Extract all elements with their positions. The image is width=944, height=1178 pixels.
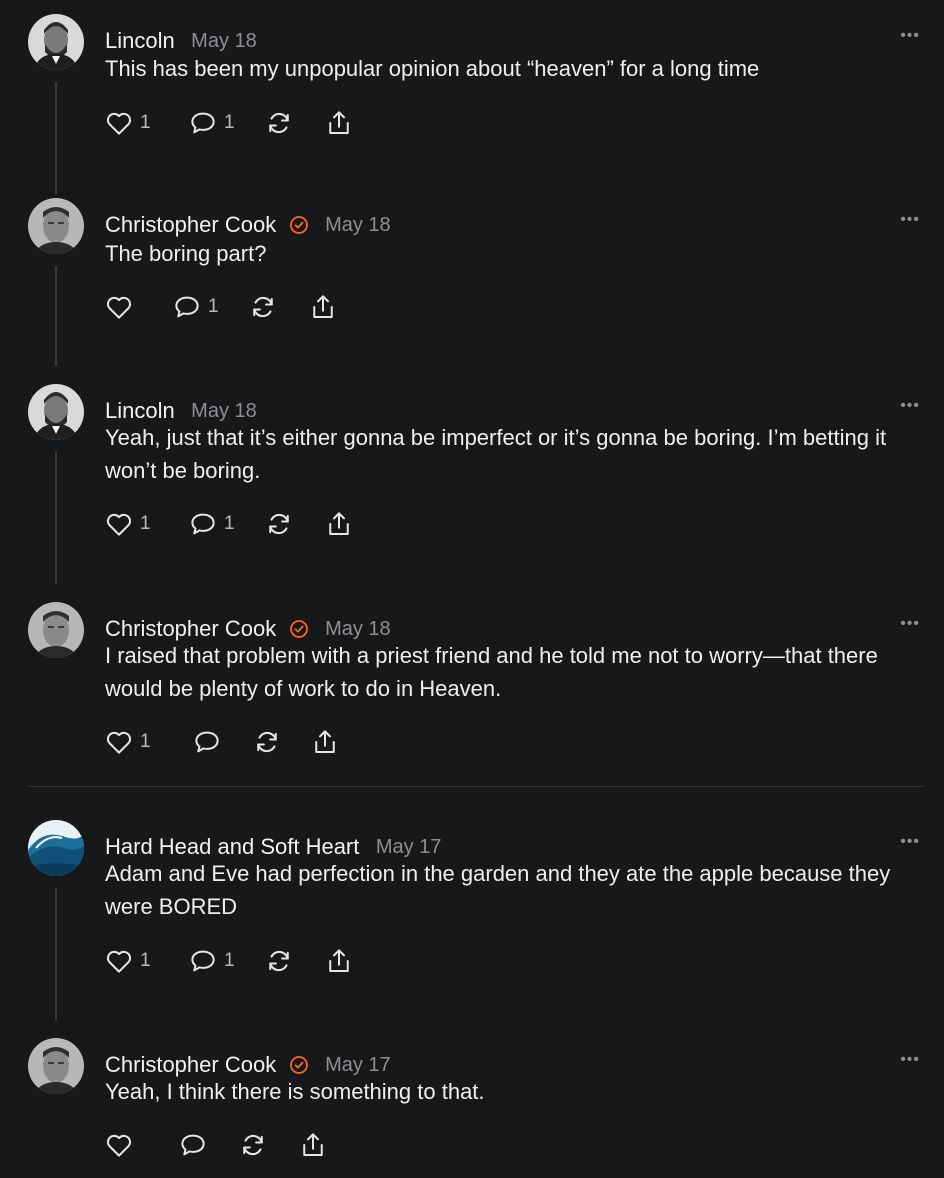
comment-text: This has been my unpopular opinion about… [105, 56, 760, 81]
heart-icon [104, 1130, 134, 1160]
like-button[interactable] [104, 292, 140, 322]
comment-date[interactable]: May 17 [325, 1054, 391, 1076]
more-options-icon[interactable]: ••• [900, 616, 920, 632]
thread-line [55, 82, 57, 194]
ocean-wave-avatar[interactable] [28, 820, 84, 876]
more-options-icon[interactable]: ••• [900, 1052, 920, 1068]
share-icon [310, 727, 340, 757]
restack-icon [264, 108, 294, 138]
christopher-cook-avatar[interactable] [28, 1038, 84, 1094]
reply-button[interactable]: 1 [172, 292, 219, 322]
author-name[interactable]: Lincoln [105, 398, 175, 423]
reply-button[interactable] [192, 727, 228, 757]
share-icon [324, 509, 354, 539]
more-options-icon[interactable]: ••• [900, 834, 920, 850]
author-name[interactable]: Hard Head and Soft Heart [105, 834, 359, 859]
like-count: 1 [140, 112, 151, 133]
more-options-icon[interactable]: ••• [900, 28, 920, 44]
christopher-cook-avatar[interactable] [28, 198, 84, 254]
like-button[interactable]: 1 [104, 509, 151, 539]
restack-icon [252, 727, 282, 757]
heart-icon [104, 292, 134, 322]
christopher-cook-avatar[interactable] [28, 602, 84, 658]
comment-date[interactable]: May 18 [191, 30, 257, 52]
heart-icon [104, 946, 134, 976]
reply-button[interactable] [178, 1130, 214, 1160]
more-options-icon[interactable]: ••• [900, 212, 920, 228]
comment-bubble-icon [188, 509, 218, 539]
comment-text: Yeah, I think there is something to that… [105, 1079, 485, 1104]
share-button[interactable] [298, 1130, 328, 1160]
restack-button[interactable] [264, 946, 294, 976]
comment-date[interactable]: May 18 [191, 400, 257, 422]
comment-text: I raised that problem with a priest frie… [105, 643, 878, 701]
like-count: 1 [140, 731, 151, 752]
author-name[interactable]: Christopher Cook [105, 212, 276, 237]
thread-line [55, 266, 57, 366]
verified-badge-icon [289, 1055, 309, 1075]
comment-bubble-icon [172, 292, 202, 322]
more-options-icon[interactable]: ••• [900, 398, 920, 414]
restack-button[interactable] [248, 292, 278, 322]
like-count: 1 [140, 513, 151, 534]
comment-date[interactable]: May 17 [376, 836, 442, 858]
reply-count: 1 [224, 513, 235, 534]
author-name[interactable]: Christopher Cook [105, 1052, 276, 1077]
share-icon [324, 108, 354, 138]
restack-icon [248, 292, 278, 322]
lincoln-portrait-avatar[interactable] [28, 14, 84, 70]
thread-line [55, 452, 57, 584]
comment-text: The boring part? [105, 241, 267, 266]
like-count: 1 [140, 950, 151, 971]
comment-bubble-icon [178, 1130, 208, 1160]
reply-count: 1 [224, 950, 235, 971]
share-button[interactable] [324, 108, 354, 138]
restack-icon [238, 1130, 268, 1160]
thread-divider [28, 786, 924, 787]
heart-icon [104, 509, 134, 539]
comment-header: Lincoln May 18 [105, 28, 257, 54]
comment-date[interactable]: May 18 [325, 214, 391, 236]
reply-button[interactable]: 1 [188, 946, 235, 976]
comment-text: Adam and Eve had perfection in the garde… [105, 861, 891, 919]
verified-badge-icon [289, 215, 309, 235]
restack-icon [264, 509, 294, 539]
verified-badge-icon [289, 619, 309, 639]
heart-icon [104, 108, 134, 138]
author-name[interactable]: Christopher Cook [105, 616, 276, 641]
reply-button[interactable]: 1 [188, 108, 235, 138]
reply-count: 1 [208, 296, 219, 317]
like-button[interactable]: 1 [104, 727, 151, 757]
restack-button[interactable] [264, 509, 294, 539]
share-button[interactable] [308, 292, 338, 322]
restack-icon [264, 946, 294, 976]
reply-count: 1 [224, 112, 235, 133]
restack-button[interactable] [264, 108, 294, 138]
restack-button[interactable] [238, 1130, 268, 1160]
heart-icon [104, 727, 134, 757]
comment-header: Christopher Cook May 18 [105, 212, 391, 238]
comment-bubble-icon [192, 727, 222, 757]
comment-bubble-icon [188, 946, 218, 976]
thread-line [55, 888, 57, 1020]
comment-date[interactable]: May 18 [325, 618, 391, 640]
like-button[interactable]: 1 [104, 946, 151, 976]
share-button[interactable] [310, 727, 340, 757]
share-button[interactable] [324, 946, 354, 976]
like-button[interactable]: 1 [104, 108, 151, 138]
lincoln-portrait-avatar[interactable] [28, 384, 84, 440]
like-button[interactable] [104, 1130, 140, 1160]
comment-bubble-icon [188, 108, 218, 138]
restack-button[interactable] [252, 727, 282, 757]
author-name[interactable]: Lincoln [105, 28, 175, 53]
comment-text: Yeah, just that it’s either gonna be imp… [105, 425, 887, 483]
share-icon [298, 1130, 328, 1160]
share-icon [308, 292, 338, 322]
share-button[interactable] [324, 509, 354, 539]
reply-button[interactable]: 1 [188, 509, 235, 539]
share-icon [324, 946, 354, 976]
